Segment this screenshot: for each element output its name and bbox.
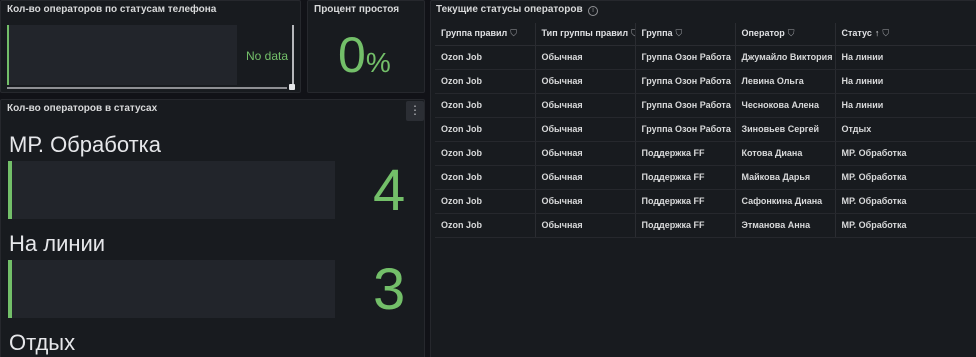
resize-handle[interactable] bbox=[289, 84, 295, 90]
table-row[interactable]: Ozon Job Обычная Группа Озон Работа Зиновье… bbox=[435, 117, 976, 142]
rule-group-type-cell: Обычная bbox=[535, 141, 636, 166]
group-cell: Поддержка FF bbox=[635, 213, 736, 238]
horizontal-scrollbar[interactable] bbox=[7, 87, 287, 89]
table-row[interactable]: Ozon Job Обычная Группа Озон Работа Джумайл… bbox=[435, 45, 976, 70]
idle-percent-panel: Процент простоя 0% bbox=[307, 0, 425, 93]
operator-cell: Котова Диана bbox=[735, 141, 836, 166]
idle-percent-number: 0 bbox=[338, 27, 366, 83]
column-label: Группа правил bbox=[441, 28, 508, 39]
rule-group-cell: Ozon Job bbox=[435, 189, 536, 214]
filter-icon[interactable]: ⛉ bbox=[788, 28, 795, 38]
filter-icon[interactable]: ⛉ bbox=[676, 28, 683, 38]
status-value-mr: 4 bbox=[373, 158, 406, 223]
idle-percent-value: 0% bbox=[338, 25, 391, 92]
rule-group-type-cell: Обычная bbox=[535, 45, 636, 70]
status-cell: МР. Обработка bbox=[835, 213, 976, 238]
rule-group-type-cell: Обычная bbox=[535, 93, 636, 118]
current-statuses-panel: Текущие статусы операторов i Группа прав… bbox=[430, 0, 976, 357]
filter-icon[interactable]: ⛉ bbox=[510, 28, 517, 38]
operator-cell: Этманова Анна bbox=[735, 213, 836, 238]
column-header-rule-group[interactable]: Группа правил ⛉ bbox=[435, 23, 536, 46]
column-label: Статус bbox=[841, 28, 872, 39]
operators-by-status-panel: Кол-во операторов в статусах ⋮ МР. Обраб… bbox=[0, 99, 425, 357]
phone-status-panel: Кол-во операторов по статусам телефона N… bbox=[0, 0, 301, 93]
group-cell: Группа Озон Работа bbox=[635, 93, 736, 118]
group-cell: Поддержка FF bbox=[635, 141, 736, 166]
group-cell: Поддержка FF bbox=[635, 189, 736, 214]
table-row[interactable]: Ozon Job Обычная Группа Озон Работа Чесноко… bbox=[435, 93, 976, 118]
table-row[interactable]: Ozon Job Обычная Поддержка FF Этманова Анна… bbox=[435, 213, 976, 238]
no-data-label: No data bbox=[246, 49, 289, 63]
table-header-row: Группа правил⛉ Тип группы правил⛉ Группа… bbox=[435, 23, 976, 46]
operator-cell: Джумайло Виктория bbox=[735, 45, 836, 70]
current-statuses-panel-title[interactable]: Текущие статусы операторов bbox=[436, 4, 583, 15]
column-header-group[interactable]: Группа ⛉ bbox=[635, 23, 736, 46]
rule-group-type-cell: Обычная bbox=[535, 213, 636, 238]
column-header-operator[interactable]: Оператор ⛉ bbox=[735, 23, 836, 46]
status-cell: Отдых bbox=[835, 117, 976, 142]
rule-group-type-cell: Обычная bbox=[535, 165, 636, 190]
phone-status-panel-title[interactable]: Кол-во операторов по статусам телефона bbox=[7, 4, 216, 15]
column-label: Тип группы правил bbox=[541, 28, 629, 39]
status-cell: МР. Обработка bbox=[835, 165, 976, 190]
group-cell: Группа Озон Работа bbox=[635, 117, 736, 142]
status-cell: На линии bbox=[835, 69, 976, 94]
status-bar-online bbox=[8, 260, 335, 318]
column-label: Оператор bbox=[741, 28, 785, 39]
operator-cell: Левина Ольга bbox=[735, 69, 836, 94]
idle-percent-unit: % bbox=[365, 47, 391, 78]
status-cell: МР. Обработка bbox=[835, 189, 976, 214]
filter-icon[interactable]: ⛉ bbox=[882, 28, 889, 38]
table-row[interactable]: Ozon Job Обычная Группа Озон Работа Левина … bbox=[435, 69, 976, 94]
info-icon[interactable]: i bbox=[588, 6, 598, 16]
rule-group-cell: Ozon Job bbox=[435, 93, 536, 118]
rule-group-type-cell: Обычная bbox=[535, 69, 636, 94]
status-value-online: 3 bbox=[373, 257, 406, 322]
phone-status-plot-area bbox=[7, 25, 237, 85]
operators-by-status-panel-title[interactable]: Кол-во операторов в статусах bbox=[7, 103, 157, 114]
status-label-online: На линии bbox=[9, 231, 106, 256]
rule-group-cell: Ozon Job bbox=[435, 141, 536, 166]
table-row[interactable]: Ozon Job Обычная Поддержка FF Сафонкина Диа… bbox=[435, 189, 976, 214]
rule-group-type-cell: Обычная bbox=[535, 189, 636, 214]
rule-group-cell: Ozon Job bbox=[435, 213, 536, 238]
rule-group-cell: Ozon Job bbox=[435, 117, 536, 142]
operator-cell: Майкова Дарья bbox=[735, 165, 836, 190]
idle-percent-panel-title[interactable]: Процент простоя bbox=[314, 4, 399, 15]
filter-icon[interactable]: ⛉ bbox=[631, 28, 634, 38]
rule-group-cell: Ozon Job bbox=[435, 165, 536, 190]
table-row[interactable]: Ozon Job Обычная Поддержка FF Котова Диана М… bbox=[435, 141, 976, 166]
operator-cell: Зиновьев Сергей bbox=[735, 117, 836, 142]
operator-cell: Чеснокова Алена bbox=[735, 93, 836, 118]
table-row[interactable]: Ozon Job Обычная Поддержка FF Майкова Дарья… bbox=[435, 165, 976, 190]
rule-group-cell: Ozon Job bbox=[435, 69, 536, 94]
column-header-rule-group-type[interactable]: Тип группы правил⛉ bbox=[535, 23, 636, 46]
status-cell: На линии bbox=[835, 93, 976, 118]
table-body: Ozon Job Обычная Группа Озон Работа Джумайл… bbox=[435, 45, 976, 238]
vertical-scrollbar[interactable] bbox=[292, 25, 294, 85]
panel-menu-icon[interactable]: ⋮ bbox=[406, 101, 424, 121]
group-cell: Поддержка FF bbox=[635, 165, 736, 190]
status-cell: На линии bbox=[835, 45, 976, 70]
operator-cell: Сафонкина Диана bbox=[735, 189, 836, 214]
status-cell: МР. Обработка bbox=[835, 141, 976, 166]
group-cell: Группа Озон Работа bbox=[635, 45, 736, 70]
status-label-mr: МР. Обработка bbox=[9, 132, 162, 157]
operators-table: Группа правил⛉ Тип группы правил⛉ Группа… bbox=[435, 23, 976, 238]
status-bar-mr bbox=[8, 161, 335, 219]
column-label: Группа bbox=[641, 28, 673, 39]
column-header-status[interactable]: Статус ↑ ⛉ bbox=[835, 23, 976, 46]
rule-group-type-cell: Обычная bbox=[535, 117, 636, 142]
sort-ascending-icon[interactable]: ↑ bbox=[875, 28, 880, 38]
rule-group-cell: Ozon Job bbox=[435, 45, 536, 70]
group-cell: Группа Озон Работа bbox=[635, 69, 736, 94]
status-label-rest: Отдых bbox=[9, 330, 76, 355]
